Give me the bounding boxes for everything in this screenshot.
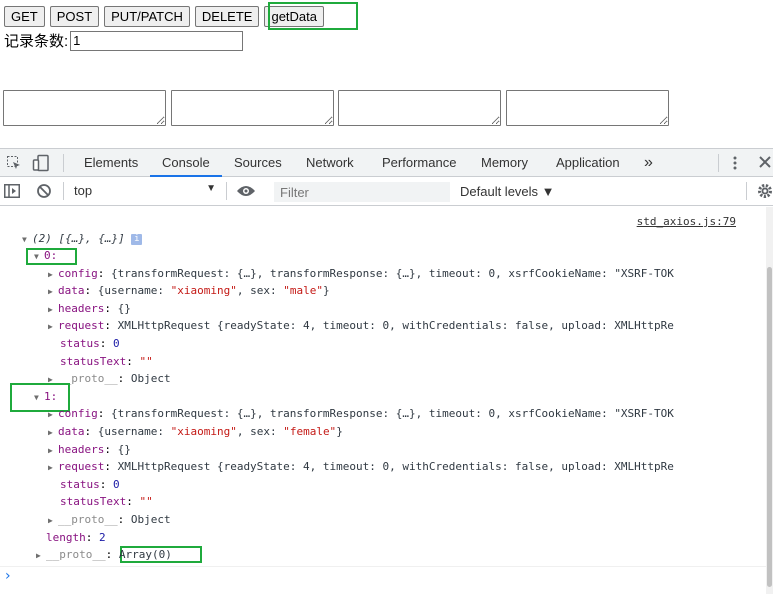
array-summary-line[interactable]: ▼ (2) [{…}, {…}] i [22, 231, 143, 248]
toolbar-divider [63, 182, 64, 200]
context-value: top [74, 183, 93, 198]
result-textarea-2[interactable] [171, 90, 334, 126]
config-value: {transformRequest: {…}, transformRespons… [111, 267, 674, 280]
tab-application[interactable]: Application [556, 149, 620, 177]
more-menu-icon[interactable] [732, 155, 738, 174]
tab-network[interactable]: Network [306, 149, 354, 177]
length-value: 2 [99, 531, 106, 544]
collapse-triangle-icon[interactable]: ▶ [48, 302, 58, 318]
prop-request[interactable]: ▶ request: XMLHttpRequest {readyState: 4,… [48, 318, 674, 334]
info-icon: i [131, 233, 143, 245]
expand-triangle-icon[interactable]: ▼ [34, 390, 44, 406]
tab-sources[interactable]: Sources [234, 149, 282, 177]
prop-headers[interactable]: ▶ headers: {} [48, 301, 131, 317]
put-patch-button[interactable]: PUT/PATCH [104, 6, 190, 27]
prop-config[interactable]: ▶ config: {transformRequest: {…}, transfo… [48, 266, 674, 282]
array-item-1[interactable]: ▼ 1: [34, 389, 57, 405]
status-value: 0 [113, 337, 120, 350]
console-prompt[interactable]: › [0, 566, 766, 586]
prop-data[interactable]: ▶ data: {username: "xiaoming", sex: "fema… [48, 424, 343, 440]
live-expression-eye-icon[interactable] [236, 184, 256, 201]
result-textarea-4[interactable] [506, 90, 669, 126]
item-index: 1: [44, 390, 58, 403]
tab-performance[interactable]: Performance [382, 149, 456, 177]
console-settings-gear-icon[interactable] [757, 183, 773, 202]
toolbar-divider-3 [746, 182, 747, 200]
tab-console[interactable]: Console [150, 149, 222, 177]
data-username-value: "xiaoming" [170, 425, 237, 438]
headers-value: {} [117, 302, 131, 315]
clear-console-icon[interactable] [36, 183, 52, 202]
request-value: XMLHttpRequest {readyState: 4, timeout: … [117, 319, 674, 332]
log-levels-dropdown[interactable]: Default levels ▼ [460, 184, 555, 199]
status-value: 0 [113, 478, 120, 491]
prop-statustext: statusText: "" [60, 355, 153, 368]
inspect-element-icon[interactable] [6, 155, 22, 174]
data-sex-value: "female" [283, 425, 337, 438]
data-sex-value: "male" [283, 284, 323, 297]
console-toolbar: top ▼ Default levels ▼ [0, 177, 773, 206]
more-tabs-icon[interactable]: » [644, 149, 653, 177]
record-count-label: 记录条数: [4, 33, 69, 50]
collapse-triangle-icon[interactable]: ▶ [36, 548, 46, 564]
expand-triangle-icon[interactable]: ▼ [22, 232, 32, 248]
proto-value: Object [130, 372, 171, 385]
prop-statustext: statusText: "" [60, 495, 153, 508]
collapse-triangle-icon[interactable]: ▶ [48, 407, 58, 423]
context-selector[interactable]: top ▼ [74, 183, 220, 201]
get-button[interactable]: GET [4, 6, 45, 27]
collapse-triangle-icon[interactable]: ▶ [48, 443, 58, 459]
prop-config[interactable]: ▶ config: {transformRequest: {…}, transfo… [48, 406, 674, 422]
prop-status: status: 0 [60, 478, 120, 491]
prop-request[interactable]: ▶ request: XMLHttpRequest {readyState: 4,… [48, 459, 674, 475]
delete-button[interactable]: DELETE [194, 6, 260, 27]
post-button[interactable]: POST [49, 6, 100, 27]
toolbar-divider-2 [226, 182, 227, 200]
getdata-highlight-box [268, 2, 358, 30]
source-link[interactable]: std_axios.js:79 [637, 215, 736, 228]
headers-value: {} [117, 443, 131, 456]
prop-status: status: 0 [60, 337, 120, 350]
context-dropdown-icon: ▼ [206, 183, 216, 194]
statustext-value: "" [139, 355, 153, 368]
config-value: {transformRequest: {…}, transformRespons… [111, 407, 674, 420]
devtools-tab-bar: Elements Console Sources Network Perform… [0, 148, 773, 177]
console-scrollbar[interactable] [766, 207, 773, 594]
device-toolbar-icon[interactable] [32, 154, 50, 175]
collapse-triangle-icon[interactable]: ▶ [48, 460, 58, 476]
scrollbar-thumb[interactable] [767, 267, 772, 587]
prompt-chevron-icon: › [5, 568, 11, 584]
expand-triangle-icon[interactable]: ▼ [34, 249, 44, 265]
data-username-value: "xiaoming" [170, 284, 237, 297]
prop-array-proto[interactable]: ▶ __proto__: Array(0) [36, 547, 172, 563]
prop-data[interactable]: ▶ data: {username: "xiaoming", sex: "male… [48, 283, 330, 299]
prop-length: length: 2 [46, 531, 106, 544]
collapse-triangle-icon[interactable]: ▶ [48, 319, 58, 335]
result-textarea-3[interactable] [338, 90, 501, 126]
statustext-value: "" [139, 495, 153, 508]
collapse-triangle-icon[interactable]: ▶ [48, 425, 58, 441]
collapse-triangle-icon[interactable]: ▶ [48, 284, 58, 300]
prop-proto[interactable]: ▶ __proto__: Object [48, 512, 171, 528]
result-textarea-1[interactable] [3, 90, 166, 126]
collapse-triangle-icon[interactable]: ▶ [48, 267, 58, 283]
record-count-input[interactable] [70, 30, 244, 51]
request-value: XMLHttpRequest {readyState: 4, timeout: … [117, 460, 674, 473]
tab-memory[interactable]: Memory [481, 149, 528, 177]
array-item-0[interactable]: ▼ 0: [34, 248, 57, 264]
console-output: std_axios.js:79 ▼ (2) [{…}, {…}] i ▼ 0: ▶ c… [0, 207, 766, 594]
prop-headers[interactable]: ▶ headers: {} [48, 442, 131, 458]
array-summary: (2) [{…}, {…}] [32, 232, 125, 245]
item-index: 0: [44, 249, 58, 262]
sidebar-toggle-icon[interactable] [4, 184, 20, 201]
record-count-row: 记录条数: [4, 30, 244, 51]
array-proto-value: Array(0) [118, 548, 172, 561]
tab-bar-divider-right [718, 154, 719, 172]
tab-bar-divider [63, 154, 64, 172]
tab-elements[interactable]: Elements [84, 149, 138, 177]
console-filter-input[interactable] [274, 182, 450, 202]
close-devtools-icon[interactable] [758, 155, 772, 172]
proto-value: Object [130, 513, 171, 526]
collapse-triangle-icon[interactable]: ▶ [48, 513, 58, 529]
